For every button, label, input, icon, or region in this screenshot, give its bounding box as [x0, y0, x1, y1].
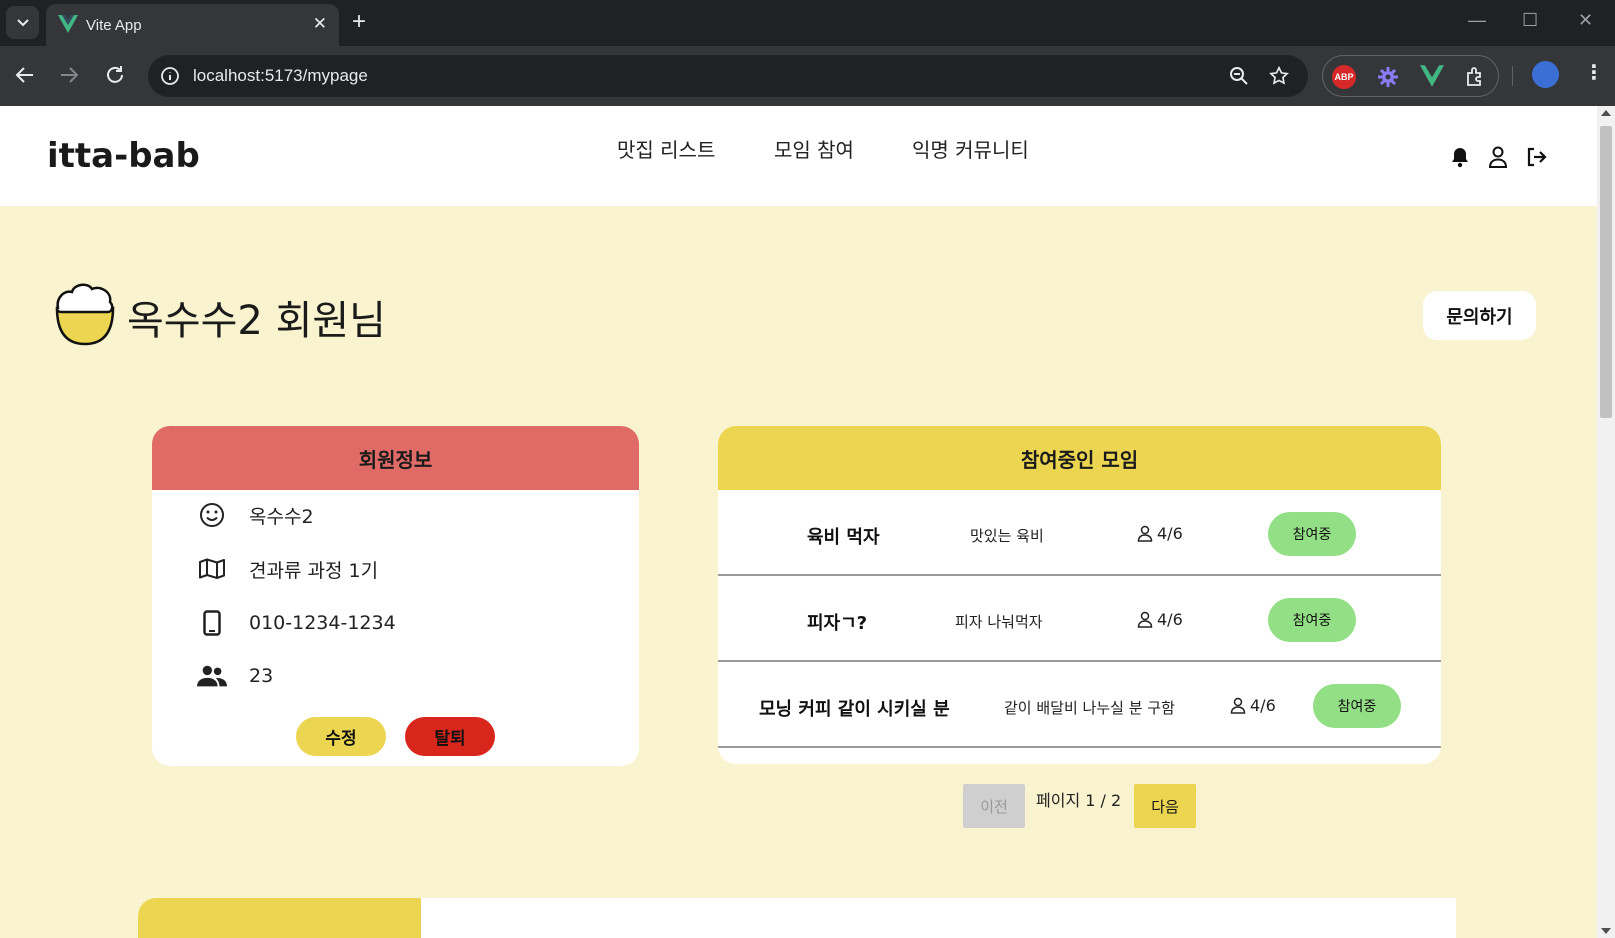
person-icon [1137, 525, 1153, 542]
forward-icon[interactable] [58, 64, 80, 86]
url-text[interactable]: localhost:5173/mypage [193, 66, 368, 86]
browser-tabbar: Vite App ✕ + — ☐ ✕ [0, 0, 1615, 46]
browser-tab[interactable]: Vite App ✕ [46, 4, 339, 46]
edit-button[interactable]: 수정 [296, 717, 386, 756]
member-info-heading: 회원정보 [152, 426, 639, 490]
member-name-row: 옥수수2 [197, 500, 314, 530]
member-course: 견과류 과정 1기 [249, 559, 379, 582]
withdraw-button[interactable]: 탈퇴 [405, 717, 495, 756]
vue-icon [58, 15, 78, 37]
meeting-member-count: 4/6 [1230, 696, 1276, 715]
page-indicator: 페이지 1 / 2 [1036, 791, 1122, 810]
puzzle-icon[interactable] [1463, 65, 1487, 89]
next-page-button[interactable]: 다음 [1134, 784, 1196, 828]
meeting-description: 같이 배달비 나누실 분 구함 [1004, 699, 1175, 717]
meeting-description: 피자 나눠먹자 [955, 613, 1043, 631]
member-age-row: 23 [197, 661, 273, 691]
back-icon[interactable] [14, 64, 36, 86]
tab-close-icon[interactable]: ✕ [313, 14, 327, 34]
smile-icon [197, 502, 227, 528]
member-name: 옥수수2 [249, 505, 314, 528]
nav-restaurant-list[interactable]: 맛집 리스트 [617, 134, 715, 163]
map-icon [197, 558, 227, 580]
site-info-icon[interactable] [158, 64, 182, 88]
tab-title: Vite App [86, 17, 142, 34]
scroll-thumb[interactable] [1600, 126, 1612, 418]
person-icon [1137, 611, 1153, 628]
meeting-name: 육비 먹자 [807, 527, 880, 548]
meeting-row[interactable]: 육비 먹자 맛있는 육비 4/6 참여중 [718, 490, 1441, 576]
new-tab-icon[interactable]: + [352, 8, 366, 36]
phone-icon [197, 610, 227, 636]
meeting-name: 모닝 커피 같이 시키실 분 [759, 699, 950, 720]
member-age: 23 [249, 665, 274, 687]
site-logo[interactable]: itta-bab [47, 136, 200, 176]
joined-meetings-card: 참여중인 모임 육비 먹자 맛있는 육비 4/6 참여중 피자ㄱ? 피자 나눠먹… [718, 426, 1441, 764]
bottom-section-card [138, 898, 1456, 938]
adblock-icon[interactable]: ABP [1332, 65, 1356, 89]
vue-devtools-icon[interactable] [1420, 65, 1444, 87]
person-icon [1230, 697, 1246, 714]
rice-bowl-icon [55, 283, 115, 346]
gear-extension-icon[interactable] [1376, 65, 1400, 89]
zoom-icon[interactable] [1228, 65, 1250, 87]
bottom-section-tab[interactable] [138, 898, 421, 938]
maximize-icon[interactable]: ☐ [1522, 10, 1538, 31]
profile-avatar[interactable] [1532, 61, 1559, 88]
logout-icon[interactable] [1525, 146, 1547, 168]
window-close-icon[interactable]: ✕ [1578, 10, 1593, 31]
user-icon[interactable] [1488, 146, 1508, 168]
scroll-up-arrow-icon[interactable] [1601, 110, 1611, 116]
bookmark-star-icon[interactable] [1268, 65, 1290, 87]
member-info-card: 회원정보 옥수수2 견과류 과정 1기 010-1234-1234 23 수정 … [152, 426, 639, 766]
inquiry-button[interactable]: 문의하기 [1423, 291, 1536, 340]
site-header: itta-bab 맛집 리스트 모임 참여 익명 커뮤니티 [0, 106, 1597, 206]
browser-toolbar: localhost:5173/mypage ABP ⋮ [0, 46, 1615, 106]
meeting-member-count: 4/6 [1137, 610, 1183, 629]
page-scrollbar[interactable] [1597, 106, 1615, 938]
joined-status-button[interactable]: 참여중 [1268, 512, 1356, 556]
more-menu-icon[interactable]: ⋮ [1584, 60, 1604, 84]
prev-page-button[interactable]: 이전 [963, 784, 1025, 828]
meeting-member-count: 4/6 [1137, 524, 1183, 543]
page-title: 옥수수2 회원님 [127, 298, 386, 344]
member-course-row: 견과류 과정 1기 [197, 554, 378, 584]
extensions-group: ABP [1322, 55, 1499, 97]
chevron-down-icon [16, 18, 29, 26]
nav-join-meeting[interactable]: 모임 참여 [774, 134, 854, 163]
joined-status-button[interactable]: 참여중 [1268, 598, 1356, 642]
meeting-name: 피자ㄱ? [807, 613, 868, 634]
bell-icon[interactable] [1450, 146, 1470, 168]
tab-search-button[interactable] [6, 6, 39, 39]
toolbar-separator [1512, 66, 1513, 86]
joined-status-button[interactable]: 참여중 [1313, 684, 1401, 728]
member-phone-row: 010-1234-1234 [197, 608, 396, 638]
group-icon [197, 664, 227, 688]
meeting-description: 맛있는 육비 [970, 527, 1044, 545]
joined-meetings-heading: 참여중인 모임 [718, 426, 1441, 490]
address-bar[interactable]: localhost:5173/mypage [148, 55, 1308, 97]
meeting-row[interactable]: 모닝 커피 같이 시키실 분 같이 배달비 나누실 분 구함 4/6 참여중 [718, 662, 1441, 748]
minimize-icon[interactable]: — [1468, 10, 1486, 31]
member-phone: 010-1234-1234 [249, 612, 396, 634]
nav-anonymous-community[interactable]: 익명 커뮤니티 [912, 134, 1029, 163]
scroll-down-arrow-icon[interactable] [1601, 928, 1611, 934]
meeting-row[interactable]: 피자ㄱ? 피자 나눠먹자 4/6 참여중 [718, 576, 1441, 662]
reload-icon[interactable] [104, 64, 126, 86]
